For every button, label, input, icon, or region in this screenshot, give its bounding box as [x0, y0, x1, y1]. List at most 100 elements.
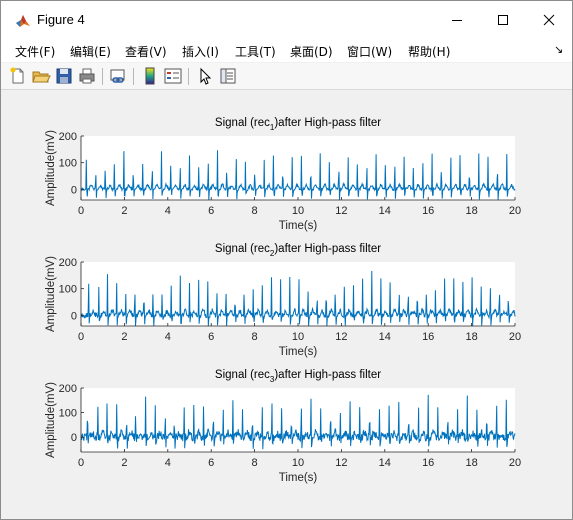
subplot-title: Signal (rec3)after High-pass filter: [215, 369, 381, 384]
new-figure-icon: [10, 67, 24, 84]
print-button[interactable]: [77, 66, 97, 86]
menu-desktop[interactable]: 桌面(D): [290, 43, 333, 60]
matlab-logo-icon: [16, 15, 30, 27]
close-button[interactable]: [526, 1, 572, 39]
x-tick-label: 6: [208, 331, 214, 343]
maximize-icon: [498, 15, 508, 25]
menu-tools[interactable]: 工具(T): [235, 43, 276, 60]
y-tick-label: 200: [59, 383, 77, 395]
menu-view[interactable]: 查看(V): [125, 43, 167, 60]
x-tick-label: 14: [379, 205, 391, 217]
subplot-3[interactable]: 0 2 4 6 8 10 12 14 16 18 200100200Signal (rec3)aft…: [45, 369, 521, 484]
subplot-title: Signal (rec1)after High-pass filter: [215, 117, 381, 132]
x-tick-label: 0: [78, 457, 84, 469]
axes-background: [81, 136, 515, 200]
x-tick-label: 12: [335, 205, 347, 217]
save-button[interactable]: [54, 66, 74, 86]
toolbar-separator: [133, 68, 134, 85]
y-tick-label: 100: [59, 284, 77, 296]
figure-canvas: 0 2 4 6 8 10 12 14 16 18 20 0 100 200 Signal (rec1)aft…: [7, 93, 566, 513]
minimize-button[interactable]: [434, 1, 480, 39]
x-tick-label: 6: [208, 205, 214, 217]
subplot-title: Signal (rec2)after High-pass filter: [215, 243, 381, 258]
x-tick-label: 8: [252, 457, 258, 469]
print-icon: [79, 68, 95, 84]
y-tick-label: 100: [59, 158, 77, 170]
y-axis-label: Amplitude(mV): [45, 382, 57, 458]
x-tick-label: 12: [335, 457, 347, 469]
property-inspector-button[interactable]: [218, 66, 238, 86]
insert-legend-icon: [164, 68, 182, 84]
x-tick-label: 0: [78, 331, 84, 343]
x-tick-label: 2: [121, 457, 127, 469]
toolbar-separator: [102, 68, 103, 85]
new-figure-button[interactable]: [8, 66, 28, 86]
x-tick-label: 8: [252, 331, 258, 343]
link-plot-icon: [110, 69, 125, 83]
edit-plot-button[interactable]: [195, 66, 215, 86]
open-file-button[interactable]: [31, 66, 51, 86]
window-title: Figure 4: [37, 12, 85, 27]
x-tick-label: 16: [422, 331, 434, 343]
property-inspector-icon: [220, 68, 236, 84]
toolbar-separator: [188, 68, 189, 85]
y-tick-label: 0: [71, 432, 77, 444]
save-icon: [56, 68, 72, 84]
x-tick-label: 10: [292, 331, 304, 343]
x-tick-label: 2: [121, 205, 127, 217]
open-file-icon: [32, 71, 51, 83]
title-bar[interactable]: Figure 4: [1, 1, 572, 39]
insert-legend-button[interactable]: [163, 66, 183, 86]
x-tick-label: 20: [509, 457, 521, 469]
y-tick-label: 200: [59, 131, 77, 143]
y-tick-label: 200: [59, 257, 77, 269]
x-tick-label: 4: [165, 205, 171, 217]
y-axis-label: Amplitude(mV): [45, 256, 57, 332]
axes-background: [81, 262, 515, 326]
insert-colorbar-icon: [145, 67, 155, 85]
menu-help[interactable]: 帮助(H): [408, 43, 450, 60]
menu-window[interactable]: 窗口(W): [347, 43, 392, 60]
x-tick-label: 10: [292, 205, 304, 217]
x-tick-label: 16: [422, 457, 434, 469]
minimize-icon: [452, 20, 462, 21]
x-tick-label: 4: [165, 457, 171, 469]
x-tick-label: 18: [465, 457, 477, 469]
y-tick-label: 0: [71, 184, 77, 196]
x-tick-label: 18: [465, 331, 477, 343]
x-tick-label: 14: [379, 457, 391, 469]
maximize-button[interactable]: [480, 1, 526, 39]
y-axis-label: Amplitude(mV): [45, 130, 57, 206]
y-tick-label: 0: [71, 310, 77, 322]
x-tick-label: 0: [78, 205, 84, 217]
subplot-2[interactable]: 0 2 4 6 8 10 12 14 16 18 200100200Signal (rec2)aft…: [45, 243, 521, 358]
menu-insert[interactable]: 插入(I): [182, 43, 219, 60]
subplot-1[interactable]: 0 2 4 6 8 10 12 14 16 18 200100200Signal (rec1)aft…: [45, 117, 521, 232]
dock-arrow-icon[interactable]: ↘: [554, 43, 563, 56]
toolbar: [1, 63, 572, 90]
x-axis-label: Time(s): [279, 220, 318, 232]
x-tick-label: 14: [379, 331, 391, 343]
y-tick-label: 100: [59, 408, 77, 420]
x-tick-label: 8: [252, 205, 258, 217]
x-tick-label: 2: [121, 331, 127, 343]
menu-edit[interactable]: 编辑(E): [70, 43, 111, 60]
x-axis-label: Time(s): [279, 472, 318, 484]
x-axis-label: Time(s): [279, 346, 318, 358]
insert-colorbar-button[interactable]: [140, 66, 160, 86]
x-tick-label: 12: [335, 331, 347, 343]
figure-plots[interactable]: 0 2 4 6 8 10 12 14 16 18 200100200Signal (rec1)aft…: [7, 93, 566, 513]
x-tick-label: 10: [292, 457, 304, 469]
x-tick-label: 18: [465, 205, 477, 217]
x-tick-label: 20: [509, 331, 521, 343]
link-plot-button[interactable]: [108, 66, 128, 86]
menu-bar: 文件(F) 编辑(E) 查看(V) 插入(I) 工具(T) 桌面(D) 窗口(W…: [1, 39, 572, 62]
figure-window: Figure 4 文件(F) 编辑(E) 查看(V) 插入(I) 工具(T) 桌…: [0, 0, 573, 520]
x-tick-label: 16: [422, 205, 434, 217]
menu-file[interactable]: 文件(F): [15, 43, 55, 60]
close-icon: [543, 14, 555, 26]
x-tick-label: 6: [208, 457, 214, 469]
x-tick-label: 4: [165, 331, 171, 343]
x-tick-label: 20: [509, 205, 521, 217]
edit-plot-arrow-icon: [200, 67, 212, 85]
